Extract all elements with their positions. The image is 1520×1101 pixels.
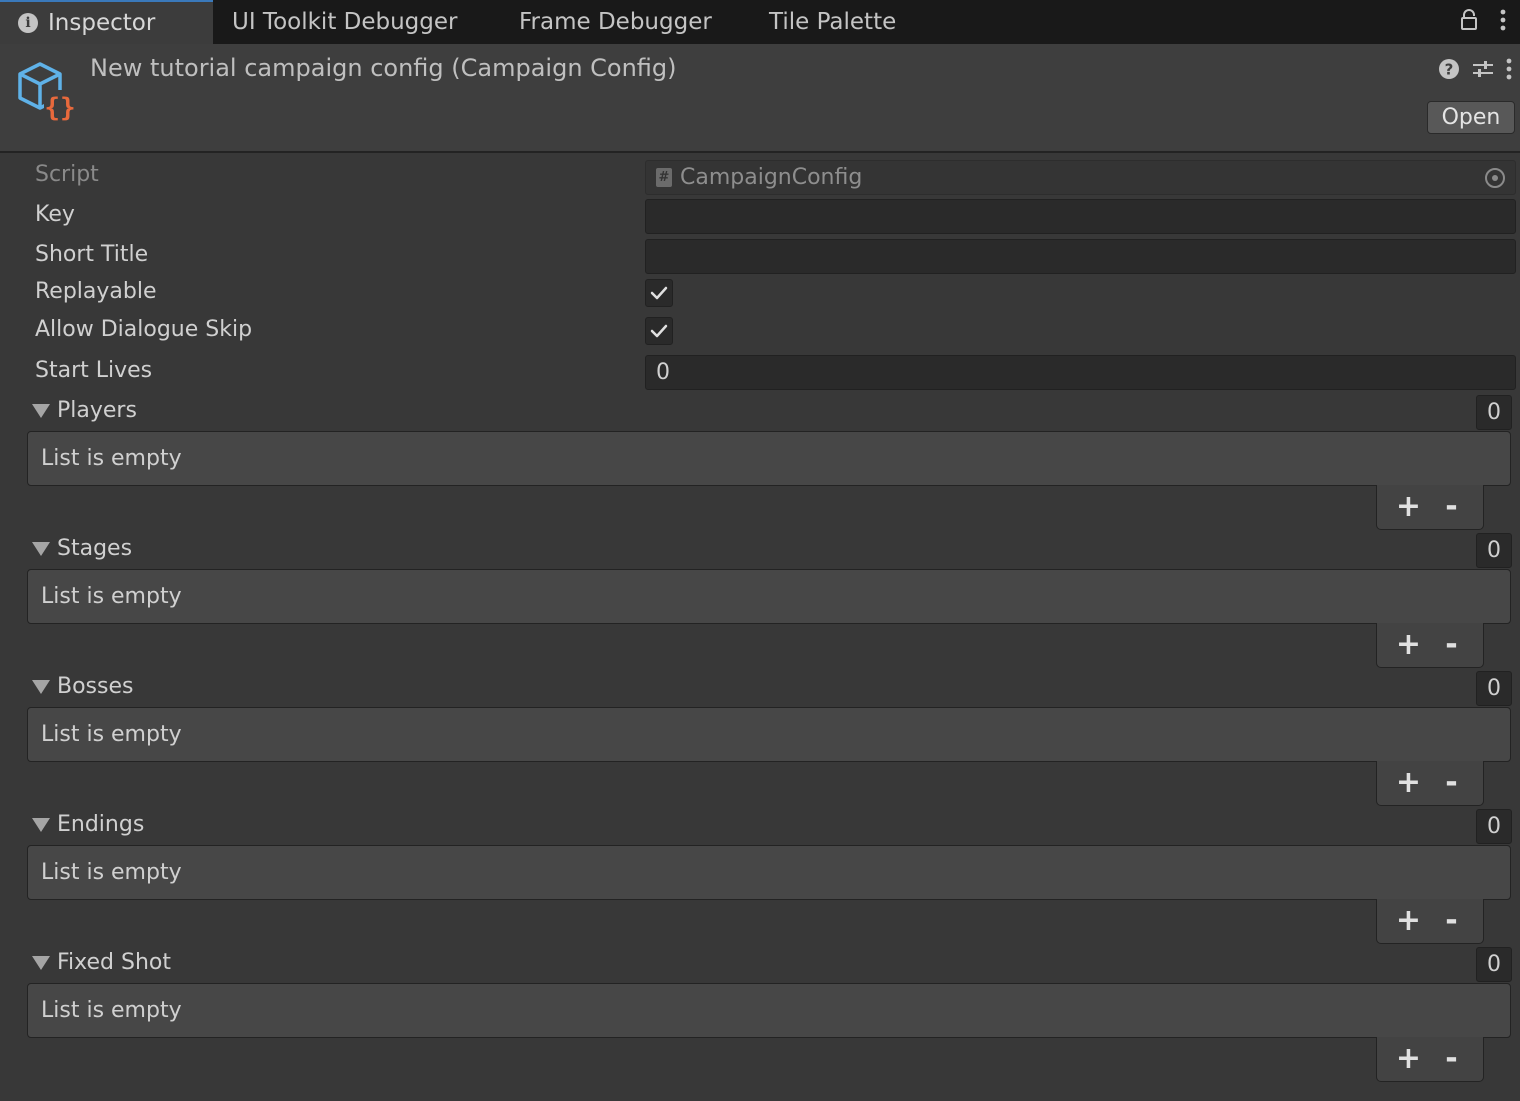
list-label: Players [57,398,137,423]
list-empty-text: List is empty [41,998,182,1023]
replayable-checkbox[interactable] [645,279,673,307]
allow-dialogue-skip-label: Allow Dialogue Skip [35,317,253,342]
presets-icon[interactable] [1472,58,1494,84]
tab-bar-tools [1460,0,1506,44]
script-label: Script [35,162,99,187]
start-lives-field[interactable]: 0 [645,355,1516,390]
endings-list-footer: + - [1376,899,1484,944]
list-header-stages[interactable]: Stages [32,536,133,561]
foldout-arrow-icon[interactable] [32,541,50,556]
tab-ui-toolkit-debugger[interactable]: UI Toolkit Debugger [232,0,458,44]
list-header-fixed-shot[interactable]: Fixed Shot [32,950,171,975]
list-empty-text: List is empty [41,584,182,609]
list-label: Fixed Shot [57,950,171,975]
svg-text:{}: {} [44,93,75,123]
script-field[interactable]: # CampaignConfig [645,160,1516,195]
short-title-field[interactable] [645,239,1516,274]
inspector-header: {} New tutorial campaign config (Campaig… [0,44,1520,153]
list-header-bosses[interactable]: Bosses [32,674,134,699]
tab-label: UI Toolkit Debugger [232,9,458,35]
remove-element-button[interactable]: - [1434,768,1470,798]
asset-title: New tutorial campaign config (Campaign C… [90,54,677,82]
tab-tile-palette[interactable]: Tile Palette [769,0,896,44]
endings-size-field[interactable]: 0 [1476,809,1512,844]
checkmark-icon [650,286,668,300]
bosses-list-footer: + - [1376,761,1484,806]
svg-text:?: ? [1445,61,1454,79]
players-list: List is empty [27,431,1511,486]
fixed-shot-list-footer: + - [1376,1037,1484,1082]
remove-element-button[interactable]: - [1434,630,1470,660]
players-size-field[interactable]: 0 [1476,395,1512,430]
remove-element-button[interactable]: - [1434,492,1470,522]
add-element-button[interactable]: + [1391,630,1427,660]
tab-label: Tile Palette [769,9,897,35]
scriptable-object-icon: {} [14,60,78,124]
stages-list: List is empty [27,569,1511,624]
add-element-button[interactable]: + [1391,492,1427,522]
fixed-shot-list: List is empty [27,983,1511,1038]
help-icon[interactable]: ? [1438,58,1460,84]
open-button[interactable]: Open [1427,101,1515,134]
script-value: CampaignConfig [680,165,863,190]
stages-list-footer: + - [1376,623,1484,668]
tab-inspector[interactable]: i Inspector [0,0,213,44]
players-list-footer: + - [1376,485,1484,530]
remove-element-button[interactable]: - [1434,1044,1470,1074]
add-element-button[interactable]: + [1391,768,1427,798]
lock-icon[interactable] [1460,9,1478,35]
foldout-arrow-icon[interactable] [32,403,50,418]
bosses-size-field[interactable]: 0 [1476,671,1512,706]
list-empty-text: List is empty [41,722,182,747]
list-empty-text: List is empty [41,446,182,471]
tab-frame-debugger[interactable]: Frame Debugger [519,0,712,44]
key-label: Key [35,202,75,227]
list-header-players[interactable]: Players [32,398,137,423]
replayable-label: Replayable [35,279,157,304]
list-label: Bosses [57,674,134,699]
start-lives-label: Start Lives [35,358,153,383]
header-tools: ? [1438,58,1512,84]
more-options-icon[interactable] [1500,9,1506,35]
checkmark-icon [650,324,668,338]
key-field[interactable] [645,199,1516,234]
fixed-shot-size-field[interactable]: 0 [1476,947,1512,982]
foldout-arrow-icon[interactable] [32,817,50,832]
add-element-button[interactable]: + [1391,906,1427,936]
bosses-list: List is empty [27,707,1511,762]
script-icon: # [656,168,672,187]
tab-label: Frame Debugger [519,9,712,35]
list-empty-text: List is empty [41,860,182,885]
foldout-arrow-icon[interactable] [32,955,50,970]
object-picker-icon[interactable] [1485,168,1505,188]
add-element-button[interactable]: + [1391,1044,1427,1074]
remove-element-button[interactable]: - [1434,906,1470,936]
endings-list: List is empty [27,845,1511,900]
info-icon: i [18,13,38,33]
tab-label: Inspector [48,10,156,36]
foldout-arrow-icon[interactable] [32,679,50,694]
short-title-label: Short Title [35,242,149,267]
list-label: Endings [57,812,145,837]
stages-size-field[interactable]: 0 [1476,533,1512,568]
list-label: Stages [57,536,133,561]
allow-dialogue-skip-checkbox[interactable] [645,317,673,345]
more-options-icon[interactable] [1506,58,1512,84]
list-header-endings[interactable]: Endings [32,812,145,837]
window-tab-bar: i Inspector UI Toolkit Debugger Frame De… [0,0,1520,44]
